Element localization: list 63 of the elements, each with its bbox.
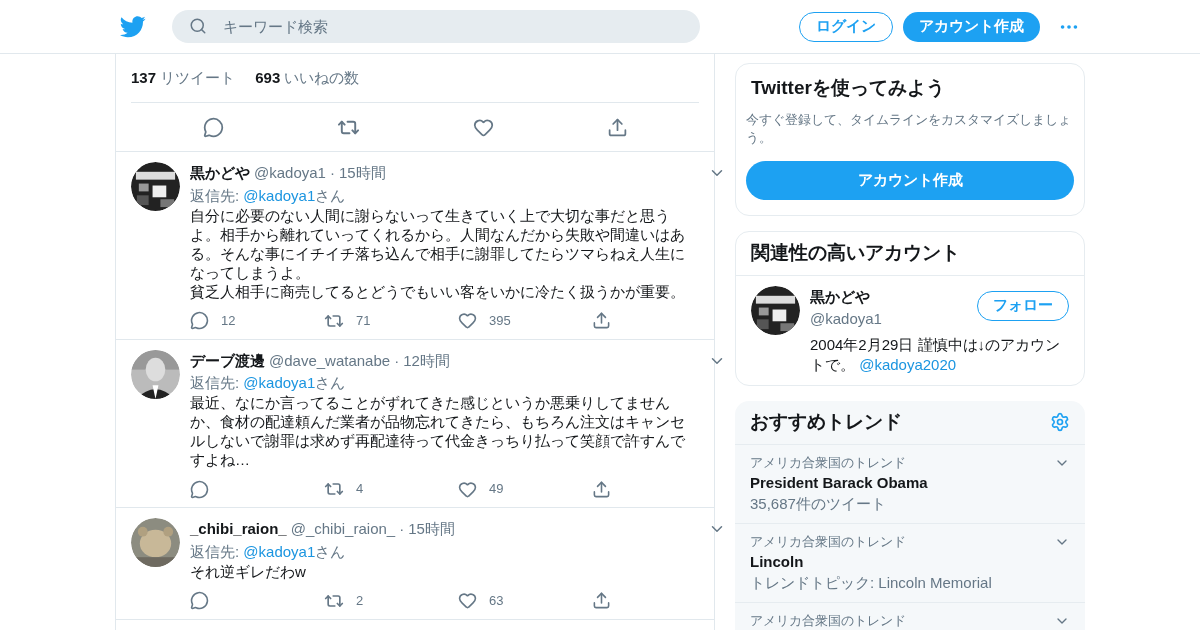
- action-count: 12: [221, 311, 236, 330]
- trend-name[interactable]: Lincoln: [750, 551, 1070, 572]
- action-count: 71: [356, 311, 371, 330]
- reply-to-text: 返信先: @kadoya1さん: [190, 541, 347, 562]
- search-field[interactable]: キーワード検索: [172, 10, 700, 43]
- bio-text: 2004年2月29日 謹慎中は↓のアカウントで。 @kadoya2020: [810, 334, 1062, 375]
- trend-meta: トレンドトピック: Lincoln Memorial: [750, 572, 993, 593]
- stat-text[interactable]: 137 リツイート: [131, 66, 236, 90]
- like-icon[interactable]: [458, 311, 477, 330]
- share-icon[interactable]: [592, 311, 611, 330]
- trend-context[interactable]: アメリカ合衆国のトレンド: [750, 611, 906, 630]
- user-name[interactable]: 黒かどや: [190, 162, 250, 185]
- bird-logo-icon[interactable]: [120, 15, 146, 38]
- mention-link[interactable]: @kadoya2020: [859, 355, 957, 373]
- like-icon[interactable]: [458, 479, 477, 499]
- share-icon[interactable]: [592, 479, 611, 499]
- separator-dot: ·: [329, 163, 335, 183]
- action-count: 395: [489, 311, 511, 330]
- reply-icon[interactable]: [190, 591, 209, 610]
- mention-link[interactable]: @kadoya1: [243, 542, 316, 560]
- share-icon[interactable]: [606, 116, 628, 138]
- tweet-time[interactable]: 15時間: [338, 162, 386, 185]
- settings-icon[interactable]: [1050, 412, 1070, 432]
- share-icon[interactable]: [592, 591, 611, 610]
- signup-button[interactable]: アカウント作成: [746, 160, 1074, 200]
- card-title: 関連性の高いアカウント: [736, 231, 1084, 276]
- user-handle[interactable]: @kadoya1: [810, 308, 977, 331]
- user-name[interactable]: _chibi_raion_: [190, 518, 287, 541]
- user-name[interactable]: デーブ渡邊: [190, 349, 265, 372]
- reply-to-text: 返信先: @kadoya1さん: [190, 185, 347, 206]
- tweet-text: それ逆ギレだわw: [190, 561, 307, 581]
- signup-button[interactable]: アカウント作成: [903, 11, 1040, 42]
- tweet-time[interactable]: 12時間: [403, 349, 450, 372]
- action-count: 49: [489, 480, 504, 499]
- action-count: 2: [356, 591, 364, 610]
- trend-name[interactable]: President Barack Obama: [750, 472, 1070, 493]
- reply-icon[interactable]: [202, 116, 224, 138]
- user-handle[interactable]: @dave_watanabe: [269, 349, 391, 372]
- tweet-time[interactable]: 15時間: [408, 518, 455, 541]
- user-handle[interactable]: @kadoya1: [254, 162, 326, 185]
- user-handle[interactable]: @_chibi_raion_: [290, 518, 396, 541]
- trend-context[interactable]: アメリカ合衆国のトレンド: [750, 453, 906, 472]
- card-title: おすすめトレンド: [750, 409, 902, 434]
- trend-context[interactable]: アメリカ合衆国のトレンド: [750, 532, 906, 551]
- like-icon[interactable]: [458, 591, 477, 610]
- tweet-text: 自分に必要のない人間に謝らないって生きていく上で大切な事だと思うよ。相手から離れていってくれるから。人間なんだから失敗や間違いはある。そんな事にイチイチ落ち込んで相手に謝罪してたらツマらねえ人生になってしまうよ。: [190, 205, 686, 282]
- action-count: 4: [356, 480, 364, 499]
- mention-link[interactable]: @kadoya1: [243, 374, 316, 391]
- tweet-text: 貧乏人相手に商売してるとどうでもいい客をいかに冷たく扱うかが重要。: [190, 281, 686, 301]
- separator-dot: ·: [399, 519, 405, 539]
- card-title: Twitterを使ってみよう: [750, 76, 946, 100]
- reply-to-text: 返信先: @kadoya1さん: [190, 373, 347, 393]
- reply-icon[interactable]: [190, 311, 209, 330]
- mention-link[interactable]: @kadoya1: [243, 186, 316, 204]
- reply-icon[interactable]: [190, 479, 209, 499]
- action-count: 63: [489, 591, 504, 610]
- separator-dot: ·: [394, 350, 400, 371]
- trend-meta: 35,687件のツイート: [750, 493, 887, 514]
- card-text: 今すぐ登録して、タイムラインをカスタマイズしましょう。: [746, 110, 1072, 147]
- search-icon: [189, 17, 207, 35]
- user-name[interactable]: 黒かどや: [810, 285, 977, 308]
- tweet-text: 最近、なにか言ってることがずれてきた感じというか悪乗りしてませんか、食材の配達頼んだ業者が品物忘れてきたら、もちろん注文はキャンセルしないで謝罪は求めず再配達待って代金きっちり払って笑顔で許すんですよね…: [190, 393, 686, 469]
- stat-text[interactable]: 693 いいねの数: [255, 66, 360, 90]
